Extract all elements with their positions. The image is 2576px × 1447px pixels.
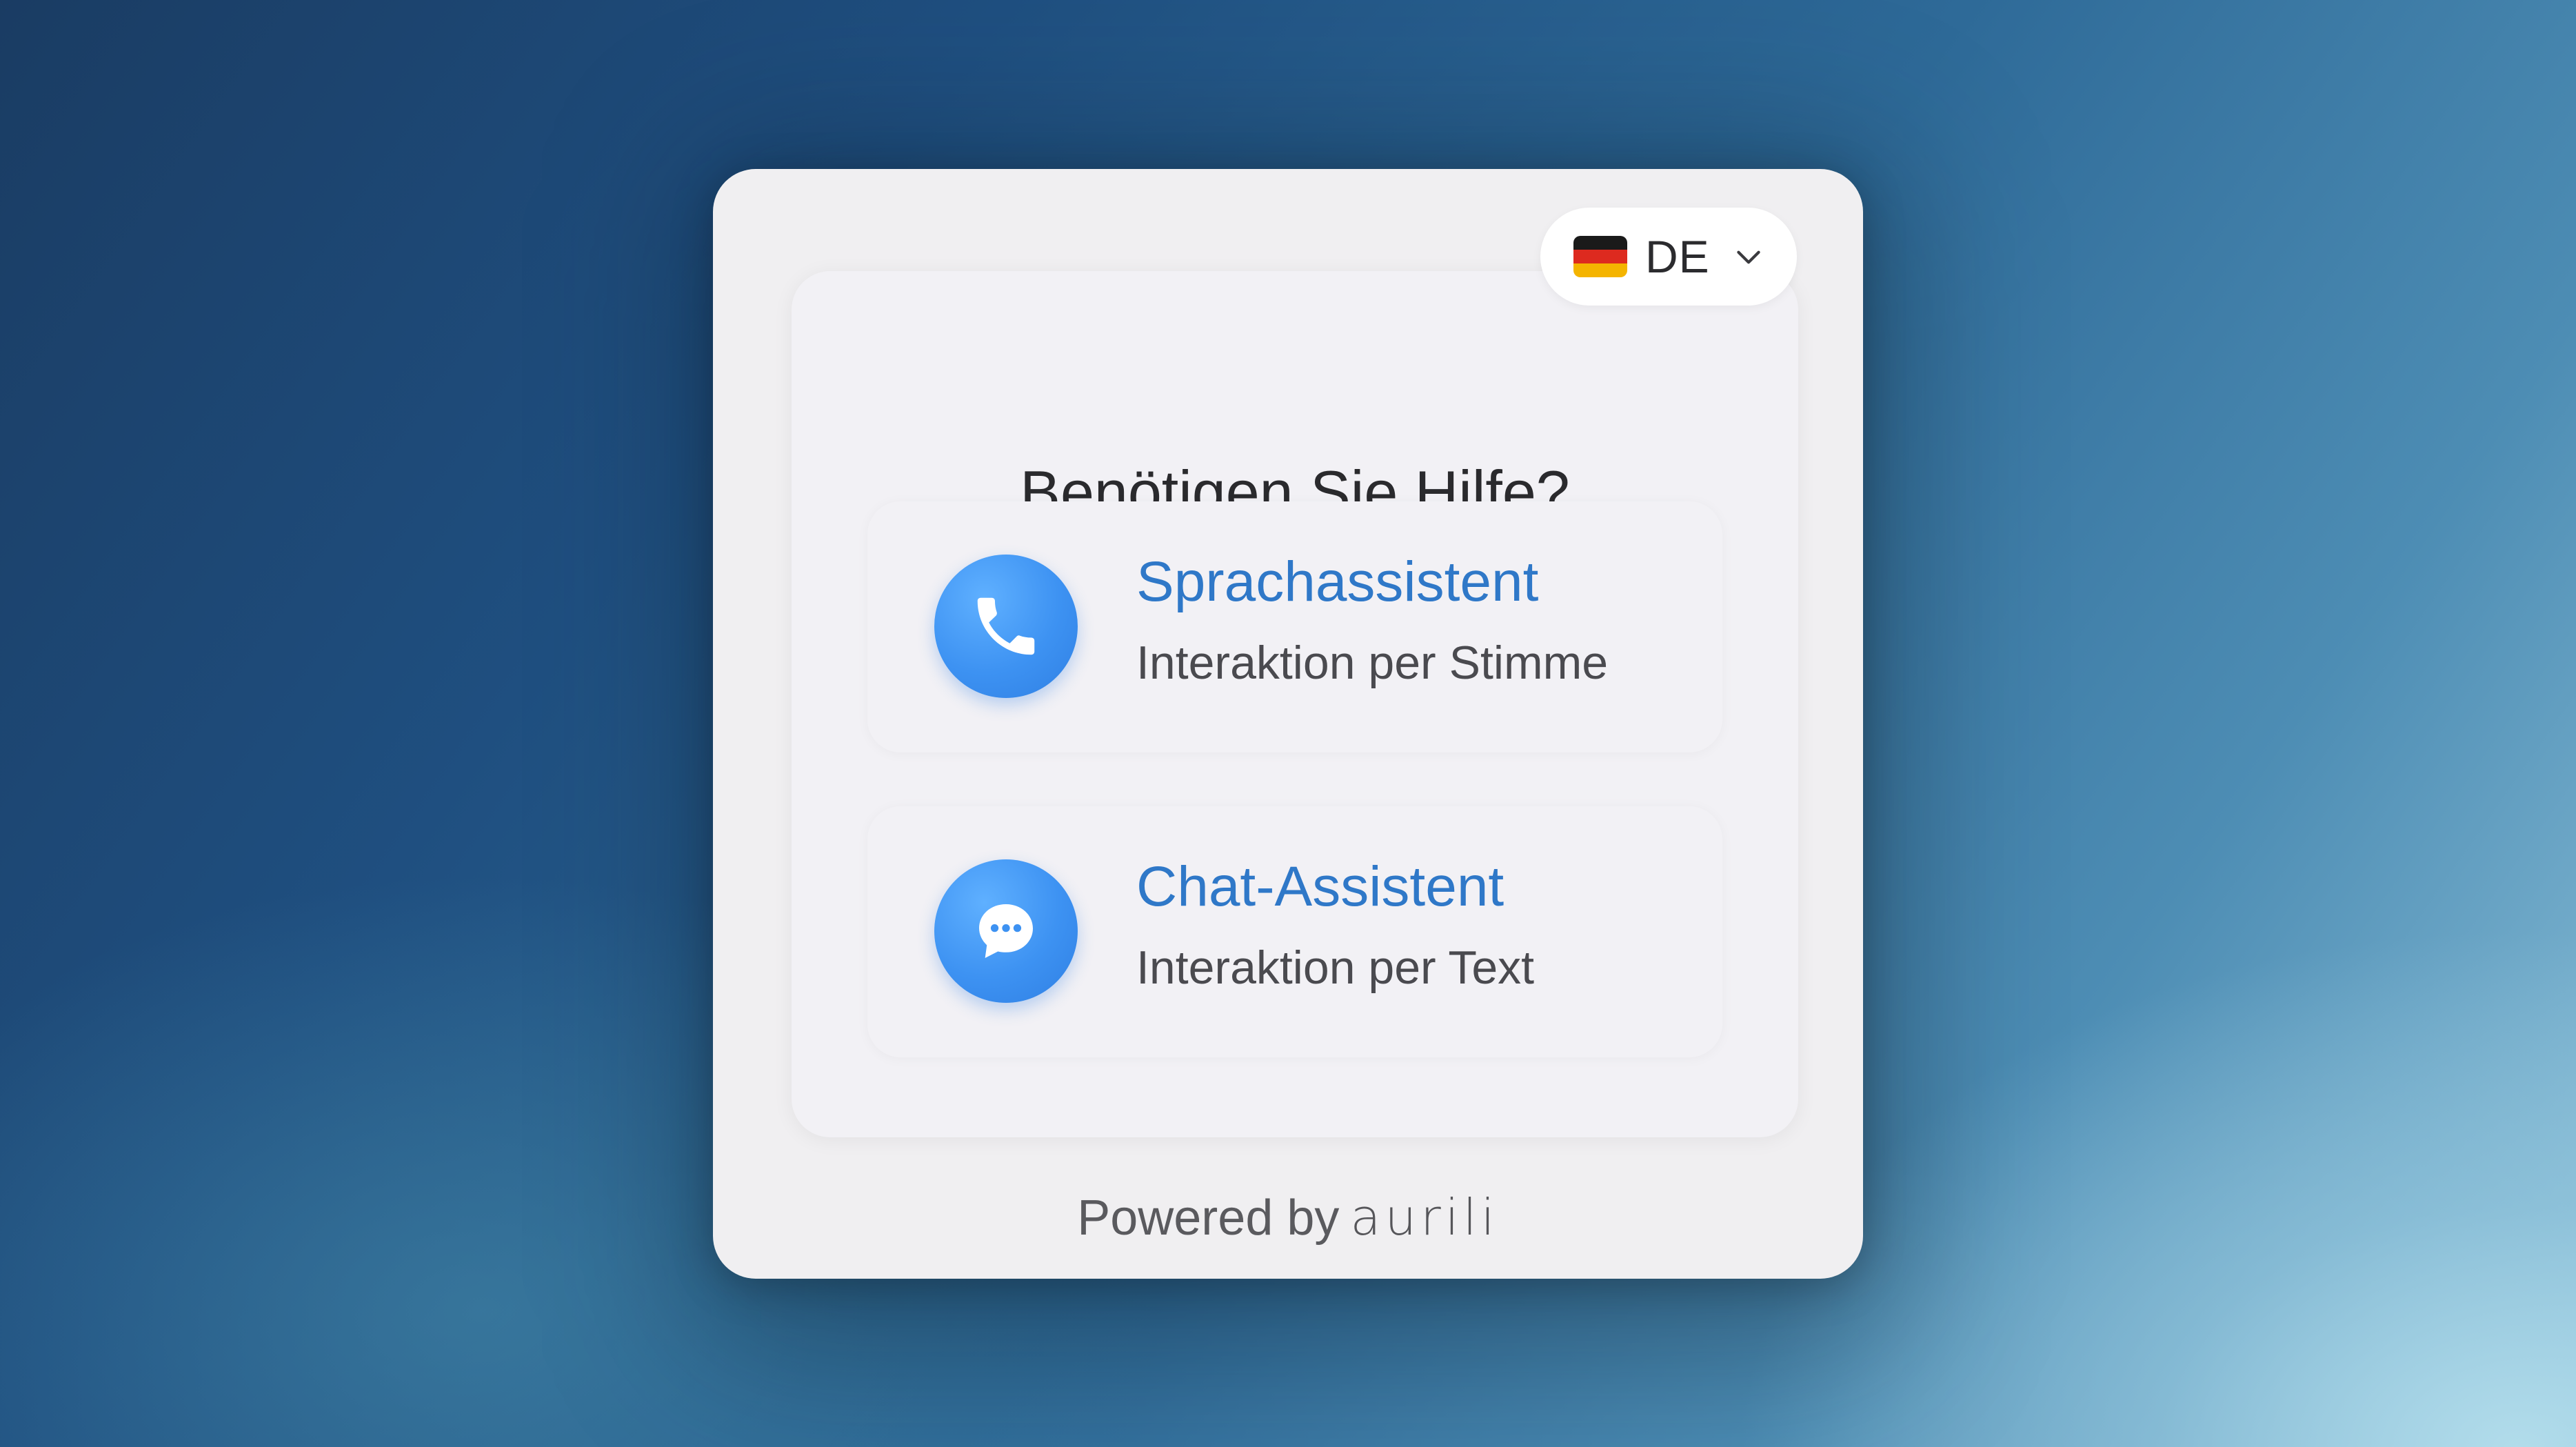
brand-logo[interactable]: aurili — [1350, 1188, 1498, 1246]
flag-stripe-gold — [1573, 263, 1627, 277]
chat-assistant-title: Chat-Assistent — [1136, 855, 1505, 918]
powered-by-footer: Powered by aurili — [713, 1188, 1863, 1246]
chevron-down-icon — [1731, 239, 1767, 275]
chat-assistant-option[interactable]: Chat-Assistent Interaktion per Text — [867, 806, 1722, 1057]
voice-assistant-option[interactable]: Sprachassistent Interaktion per Stimme — [867, 501, 1722, 752]
phone-icon — [934, 555, 1078, 698]
help-widget: Benötigen Sie Hilfe? Sprachassistent Int… — [713, 169, 1863, 1279]
german-flag-icon — [1573, 236, 1627, 277]
chat-assistant-subtitle: Interaktion per Text — [1136, 941, 1535, 994]
chat-bubble-icon — [934, 859, 1078, 1003]
powered-by-label: Powered by — [1077, 1190, 1340, 1246]
options-card: Benötigen Sie Hilfe? Sprachassistent Int… — [792, 271, 1798, 1137]
language-code: DE — [1645, 231, 1710, 282]
voice-assistant-subtitle: Interaktion per Stimme — [1136, 637, 1609, 689]
voice-assistant-title: Sprachassistent — [1136, 550, 1539, 613]
flag-stripe-red — [1573, 250, 1627, 263]
language-selector[interactable]: DE — [1540, 208, 1797, 306]
flag-stripe-black — [1573, 236, 1627, 250]
